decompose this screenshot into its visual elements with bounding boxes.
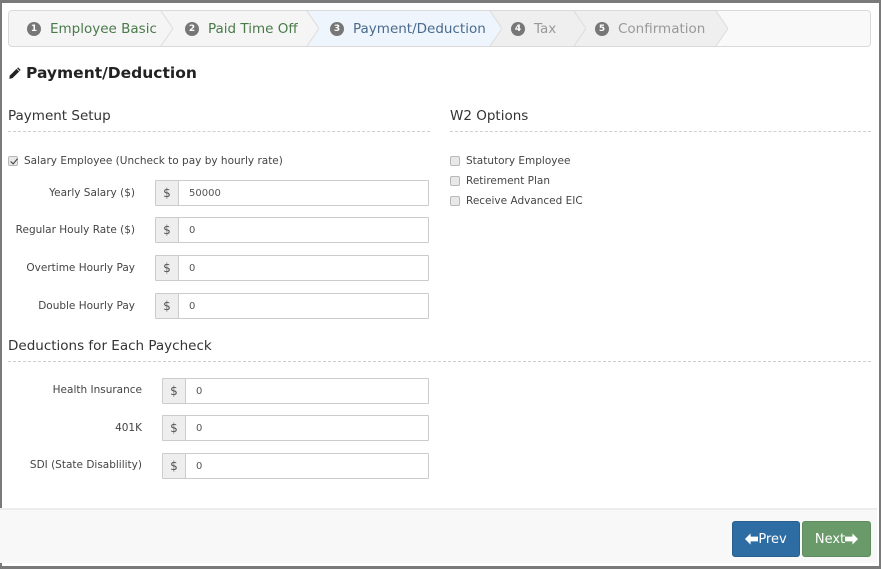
401k-input[interactable] bbox=[186, 416, 428, 440]
wizard-step-payment-deduction[interactable]: 3 Payment/Deduction bbox=[330, 11, 486, 46]
401k-label: 401K bbox=[115, 422, 142, 434]
regular-hourly-rate-label: Regular Houly Rate ($) bbox=[15, 224, 135, 236]
checkbox-checked-icon[interactable] bbox=[8, 156, 18, 166]
chevron-separator-icon bbox=[712, 11, 728, 46]
prev-button-label: Prev bbox=[758, 531, 787, 547]
overtime-hourly-pay-input[interactable] bbox=[179, 256, 428, 280]
next-button[interactable]: Next bbox=[802, 521, 871, 557]
chevron-separator-icon bbox=[570, 11, 586, 46]
dollar-addon: $ bbox=[156, 256, 179, 280]
retirement-plan-checkbox[interactable]: Retirement Plan bbox=[450, 175, 550, 187]
step-label: Employee Basic bbox=[50, 20, 157, 37]
chevron-separator-icon bbox=[486, 11, 502, 46]
step-label: Payment/Deduction bbox=[353, 20, 486, 37]
overtime-hourly-pay-label: Overtime Hourly Pay bbox=[26, 262, 135, 274]
salary-employee-label: Salary Employee (Uncheck to pay by hourl… bbox=[24, 155, 283, 167]
arrow-left-icon bbox=[745, 533, 759, 545]
page-title: Payment/Deduction bbox=[8, 64, 197, 82]
step-number-badge: 1 bbox=[27, 21, 41, 36]
chevron-separator-icon bbox=[303, 11, 319, 46]
checkbox-unchecked-icon[interactable] bbox=[450, 196, 460, 206]
receive-advanced-eic-checkbox[interactable]: Receive Advanced EIC bbox=[450, 195, 583, 207]
health-insurance-input[interactable] bbox=[186, 379, 428, 403]
window-frame bbox=[0, 0, 881, 569]
receive-advanced-eic-label: Receive Advanced EIC bbox=[466, 195, 583, 207]
dollar-addon: $ bbox=[163, 416, 186, 440]
dollar-addon: $ bbox=[156, 294, 179, 318]
deductions-heading: Deductions for Each Paycheck bbox=[8, 338, 212, 354]
deductions-divider bbox=[8, 361, 871, 362]
double-hourly-pay-input-group: $ bbox=[155, 293, 429, 319]
w2-options-divider bbox=[450, 131, 871, 132]
401k-input-group: $ bbox=[162, 415, 429, 441]
page-title-text: Payment/Deduction bbox=[26, 64, 197, 82]
double-hourly-pay-label: Double Hourly Pay bbox=[38, 300, 135, 312]
step-label: Confirmation bbox=[618, 20, 706, 37]
health-insurance-input-group: $ bbox=[162, 378, 429, 404]
next-button-label: Next bbox=[814, 531, 846, 547]
dollar-addon: $ bbox=[163, 454, 186, 478]
double-hourly-pay-input[interactable] bbox=[179, 294, 428, 318]
statutory-employee-label: Statutory Employee bbox=[466, 155, 571, 167]
health-insurance-label: Health Insurance bbox=[52, 384, 142, 396]
w2-options-heading: W2 Options bbox=[450, 108, 529, 124]
prev-button[interactable]: Prev bbox=[732, 521, 800, 557]
step-number-badge: 2 bbox=[185, 21, 199, 36]
overtime-hourly-pay-input-group: $ bbox=[155, 255, 429, 281]
dollar-addon: $ bbox=[156, 181, 179, 205]
salary-employee-checkbox[interactable]: Salary Employee (Uncheck to pay by hourl… bbox=[8, 155, 283, 167]
sdi-label: SDI (State Disablility) bbox=[29, 459, 142, 471]
yearly-salary-label: Yearly Salary ($) bbox=[49, 187, 135, 199]
wizard-steps: 1 Employee Basic 2 Paid Time Off 3 Payme… bbox=[8, 10, 871, 47]
yearly-salary-input-group: $ bbox=[155, 180, 429, 206]
payment-setup-divider bbox=[8, 131, 430, 132]
retirement-plan-label: Retirement Plan bbox=[466, 175, 550, 187]
pencil-icon bbox=[9, 67, 21, 79]
sdi-input[interactable] bbox=[186, 454, 428, 478]
step-number-badge: 3 bbox=[330, 21, 344, 36]
step-label: Paid Time Off bbox=[208, 20, 298, 37]
payment-setup-heading: Payment Setup bbox=[8, 108, 111, 124]
yearly-salary-input[interactable] bbox=[179, 181, 428, 205]
step-label: Tax bbox=[534, 20, 557, 37]
dollar-addon: $ bbox=[163, 379, 186, 403]
sdi-input-group: $ bbox=[162, 453, 429, 479]
wizard-step-paid-time-off[interactable]: 2 Paid Time Off bbox=[185, 11, 298, 46]
regular-hourly-rate-input[interactable] bbox=[179, 218, 428, 242]
step-number-badge: 5 bbox=[595, 21, 609, 36]
wizard-step-confirmation[interactable]: 5 Confirmation bbox=[595, 11, 705, 46]
checkbox-unchecked-icon[interactable] bbox=[450, 176, 460, 186]
wizard-step-tax[interactable]: 4 Tax bbox=[511, 11, 556, 46]
statutory-employee-checkbox[interactable]: Statutory Employee bbox=[450, 155, 570, 167]
step-number-badge: 4 bbox=[511, 21, 525, 36]
arrow-right-icon bbox=[845, 533, 859, 545]
checkbox-unchecked-icon[interactable] bbox=[450, 156, 460, 166]
chevron-separator-icon bbox=[157, 11, 173, 46]
regular-hourly-rate-input-group: $ bbox=[155, 217, 429, 243]
wizard-step-employee-basic[interactable]: 1 Employee Basic bbox=[27, 11, 157, 46]
dollar-addon: $ bbox=[156, 218, 179, 242]
